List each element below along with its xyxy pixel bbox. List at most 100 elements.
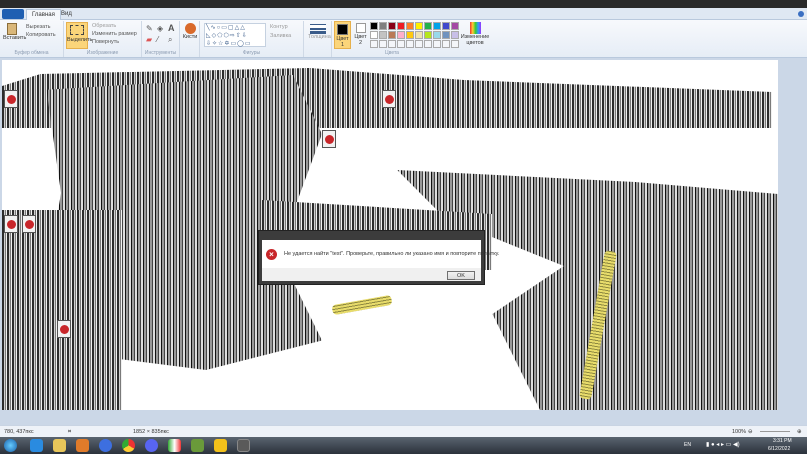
select-button[interactable]: Выделить — [66, 22, 92, 49]
size-button[interactable]: Толщина — [308, 24, 331, 40]
shapes-gallery[interactable]: ╲∿○▭▢△△ ◺◇⬠⬡⇨⇧⇩ ⇩✧☆✡▭◯▭ — [204, 23, 266, 47]
zoom-out-button[interactable]: ⊖ — [748, 429, 753, 435]
explorer-icon[interactable] — [53, 439, 66, 452]
error-window-copy — [4, 90, 18, 108]
palette-swatch[interactable] — [406, 31, 414, 39]
palette-swatch[interactable] — [370, 31, 378, 39]
paint-menu-button[interactable] — [2, 9, 24, 19]
palette-swatch[interactable] — [397, 22, 405, 30]
cursor-position: 780, 437пкс — [4, 429, 34, 435]
app-icon[interactable] — [168, 439, 181, 452]
palette-swatch[interactable] — [415, 22, 423, 30]
tools-group-label: Инструменты — [144, 50, 177, 56]
palette-swatch[interactable] — [406, 22, 414, 30]
start-button[interactable] — [4, 439, 17, 452]
palette-swatch[interactable] — [433, 22, 441, 30]
palette-swatch[interactable] — [379, 22, 387, 30]
zoom-in-button[interactable]: ⊕ — [797, 429, 802, 435]
ribbon-tabs: Главная Вид — [0, 8, 807, 20]
color-spectrum-icon — [469, 22, 481, 34]
color1-swatch — [337, 24, 348, 35]
clock-time[interactable]: 3:31 PM — [773, 438, 792, 444]
discord-icon[interactable] — [145, 439, 158, 452]
paint-icon[interactable] — [237, 439, 250, 452]
error-window-copy — [22, 215, 36, 233]
pencil-icon[interactable]: ✎ — [146, 24, 153, 33]
fill-button[interactable]: Заливка — [270, 33, 291, 39]
error-window-copy — [4, 215, 18, 233]
palette-swatch[interactable] — [442, 22, 450, 30]
brushes-button[interactable]: Кисти — [182, 23, 198, 40]
palette-swatch[interactable] — [415, 31, 423, 39]
palette-swatch[interactable] — [451, 22, 459, 30]
magnifier-icon[interactable]: ⌕ — [168, 35, 172, 45]
custom-color-slot[interactable] — [451, 40, 459, 48]
glitch-region — [2, 210, 122, 410]
outline-button[interactable]: Контур — [270, 24, 288, 30]
palette-swatch[interactable] — [424, 22, 432, 30]
custom-color-slot[interactable] — [370, 40, 378, 48]
resize-button[interactable]: Изменить размер — [92, 31, 137, 37]
taskbar: EN ▮ ● ◂ ▸ ▭ ◀) 3:31 PM 6/12/2022 — [0, 437, 807, 454]
image-size: 1852 × 835пкс — [133, 429, 169, 435]
palette-swatch[interactable] — [370, 22, 378, 30]
dialog-footer: OK — [262, 268, 481, 281]
app-icon[interactable] — [191, 439, 204, 452]
palette-swatch[interactable] — [397, 31, 405, 39]
color-picker-icon[interactable]: ⁄ — [157, 35, 158, 44]
ok-button[interactable]: OK — [447, 271, 475, 280]
title-bar — [0, 0, 807, 8]
error-dialog: × Не удается найти "test". Проверьте, пр… — [258, 230, 499, 285]
palette-swatch[interactable] — [388, 22, 396, 30]
image-group: Выделить Обрезать Изменить размер Поверн… — [64, 21, 142, 57]
clipboard-group-label: Буфер обмена — [14, 50, 49, 56]
custom-color-slot[interactable] — [442, 40, 450, 48]
tray-icons[interactable]: ▮ ● ◂ ▸ ▭ ◀) — [706, 441, 740, 448]
custom-color-slot[interactable] — [415, 40, 423, 48]
help-icon[interactable] — [798, 11, 804, 17]
color2-swatch — [355, 23, 366, 33]
custom-color-slot[interactable] — [406, 40, 414, 48]
media-player-icon[interactable] — [76, 439, 89, 452]
palette-swatch[interactable] — [424, 31, 432, 39]
clipboard-group: Вставить Вырезать Копировать Буфер обмен… — [0, 21, 64, 57]
zoom-slider[interactable] — [760, 431, 790, 432]
selection-size-icon: ⌗ — [68, 429, 72, 435]
custom-color-slot[interactable] — [397, 40, 405, 48]
color2-button[interactable]: Цвет 2 — [353, 21, 368, 49]
chrome-icon[interactable] — [122, 439, 135, 452]
tools-group: ✎ ◈ A ▰ ⁄ ⌕ Инструменты — [142, 21, 180, 57]
line-width-icon — [310, 24, 326, 34]
text-icon[interactable]: A — [168, 23, 175, 33]
rotate-button[interactable]: Повернуть — [92, 39, 119, 45]
custom-color-slot[interactable] — [424, 40, 432, 48]
select-icon — [70, 25, 84, 35]
palette-swatch[interactable] — [379, 31, 387, 39]
eraser-icon[interactable]: ▰ — [146, 35, 152, 44]
clock-date[interactable]: 6/12/2022 — [768, 446, 790, 452]
warning-icon[interactable] — [214, 439, 227, 452]
palette-swatch[interactable] — [451, 31, 459, 39]
tab-view[interactable]: Вид — [56, 9, 77, 20]
palette-swatch[interactable] — [433, 31, 441, 39]
paste-button[interactable]: Вставить — [3, 23, 26, 41]
shapes-group: ╲∿○▭▢△△ ◺◇⬠⬡⇨⇧⇩ ⇩✧☆✡▭◯▭ Контур Заливка Фиг… — [200, 21, 304, 57]
clipboard-icon — [7, 23, 17, 35]
custom-color-slot[interactable] — [388, 40, 396, 48]
edit-colors-button[interactable]: Изменение цветов — [460, 22, 490, 46]
ie-icon[interactable] — [30, 439, 43, 452]
glitch-streak — [331, 294, 393, 316]
language-indicator[interactable]: EN — [684, 442, 691, 448]
error-icon: × — [266, 249, 277, 260]
copy-button[interactable]: Копировать — [26, 32, 56, 38]
custom-color-slot[interactable] — [379, 40, 387, 48]
palette-swatch[interactable] — [388, 31, 396, 39]
custom-color-slot[interactable] — [433, 40, 441, 48]
firefox-icon[interactable] — [99, 439, 112, 452]
crop-button[interactable]: Обрезать — [92, 23, 116, 29]
fill-icon[interactable]: ◈ — [157, 24, 163, 33]
palette-swatch[interactable] — [442, 31, 450, 39]
cut-button[interactable]: Вырезать — [26, 24, 50, 30]
shapes-group-label: Фигуры — [242, 50, 261, 56]
color1-button[interactable]: Цвет 1 — [334, 21, 351, 49]
